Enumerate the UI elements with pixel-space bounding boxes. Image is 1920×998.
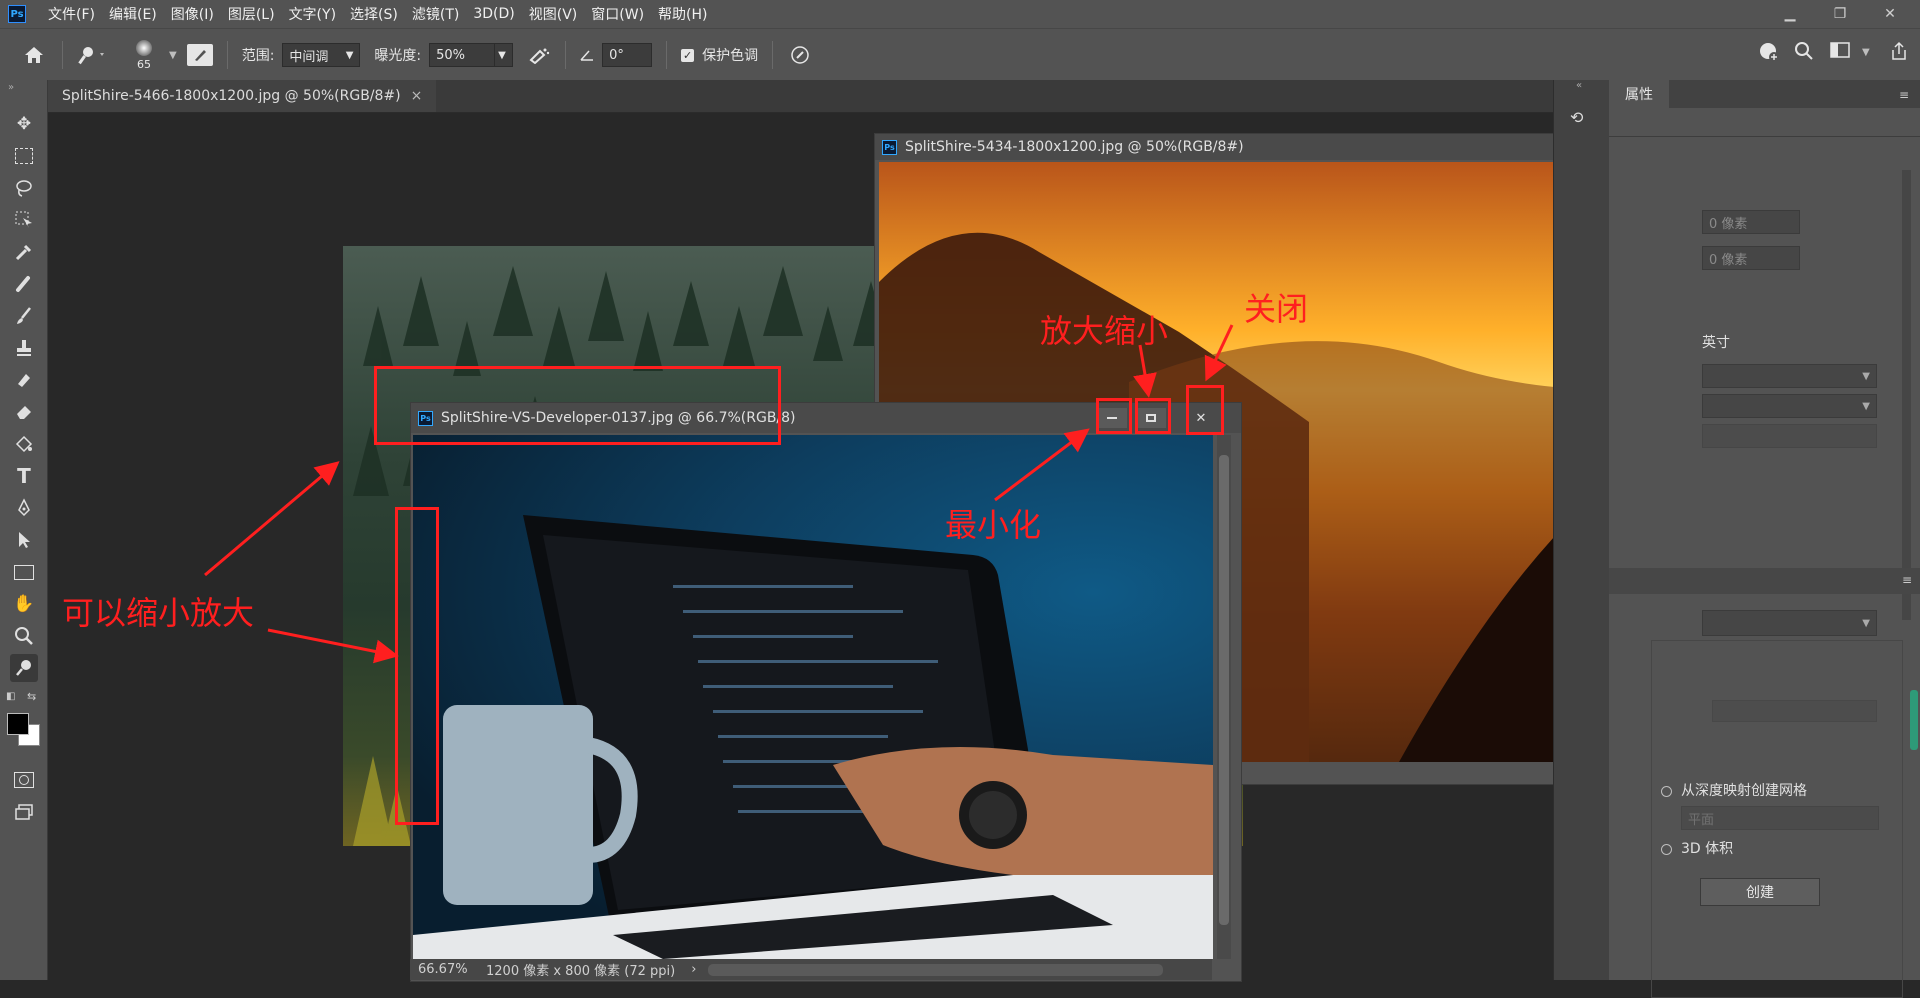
arrow-to-close [1204,324,1234,382]
minimize-annotation-text: 最小化 [945,506,1042,544]
maximize-annotation-text: 放大缩小 [1040,312,1169,350]
arrow-to-minimize [994,428,1090,502]
close-annotation-text: 关闭 [1244,290,1309,328]
annotation-arrows [204,324,1234,664]
arrow-to-maximize [1133,344,1157,398]
zoom-annotation-text: 可以缩小放大 [62,594,255,632]
arrow-to-edge [267,628,399,664]
arrow-to-titlebar [204,461,340,577]
